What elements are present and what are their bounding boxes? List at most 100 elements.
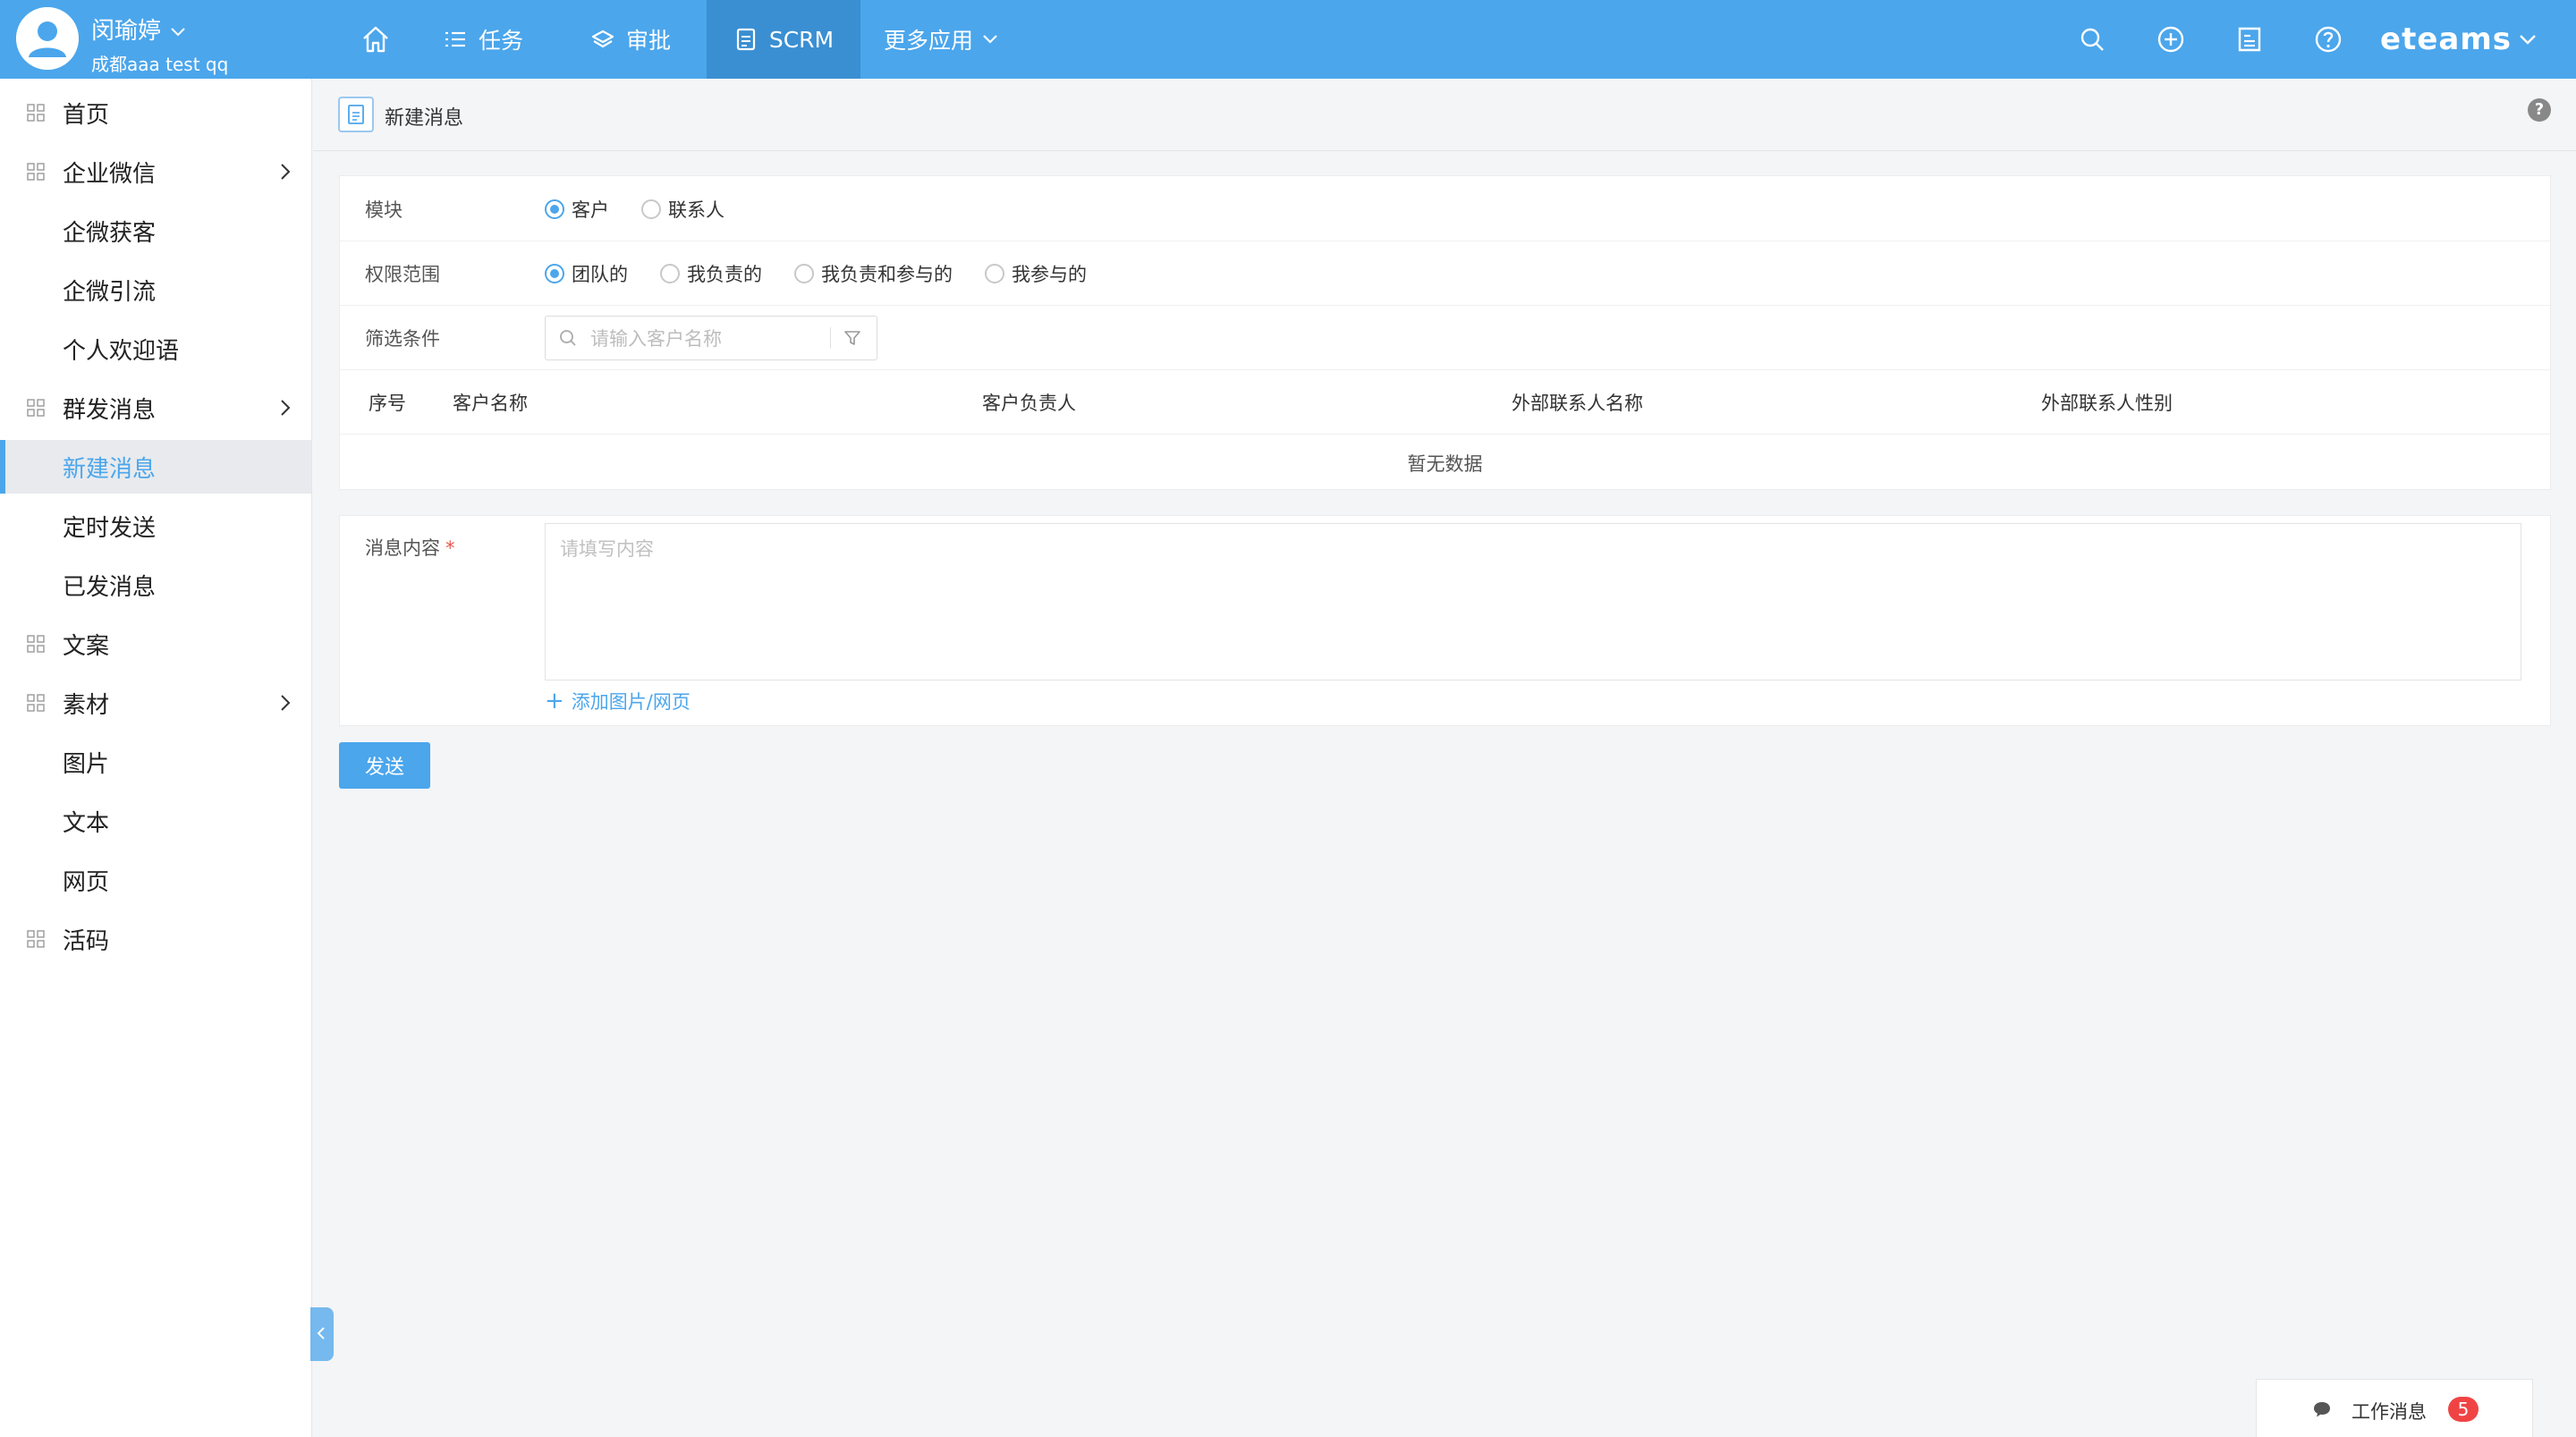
layers-icon bbox=[591, 30, 614, 48]
scope-option-mine-and-participated[interactable]: 我负责和参与的 bbox=[794, 260, 953, 287]
grid-icon bbox=[27, 635, 45, 653]
add-link-label: 添加图片/网页 bbox=[571, 691, 691, 713]
chevron-down-icon bbox=[2520, 35, 2536, 45]
notes-button[interactable] bbox=[2210, 0, 2289, 79]
message-content-textarea[interactable] bbox=[545, 523, 2521, 680]
column-header: 客户名称 bbox=[453, 393, 528, 414]
add-image-webpage-link[interactable]: + 添加图片/网页 bbox=[545, 688, 691, 714]
sidebar-item-label: 企微获客 bbox=[63, 219, 157, 247]
user-name[interactable]: 闵瑜婷 bbox=[91, 13, 186, 46]
module-option-customer[interactable]: 客户 bbox=[545, 196, 609, 223]
sidebar-item[interactable]: 企业微信 bbox=[0, 145, 311, 199]
option-label: 客户 bbox=[572, 199, 609, 221]
list-icon bbox=[445, 31, 465, 47]
option-label: 我负责的 bbox=[687, 264, 762, 285]
sidebar-item[interactable]: 素材 bbox=[0, 676, 311, 730]
filter-label: 筛选条件 bbox=[365, 328, 440, 350]
sidebar-item[interactable]: 已发消息 bbox=[0, 558, 311, 612]
grid-icon bbox=[27, 104, 45, 122]
nav-home[interactable] bbox=[340, 0, 411, 79]
help-button[interactable] bbox=[2289, 0, 2368, 79]
column-header: 序号 bbox=[369, 393, 406, 414]
scope-option-participated[interactable]: 我参与的 bbox=[985, 260, 1087, 287]
nav-scrm[interactable]: SCRM bbox=[707, 0, 860, 79]
sidebar-item-label: 已发消息 bbox=[63, 573, 157, 601]
sidebar-item-label: 新建消息 bbox=[63, 455, 157, 483]
sidebar-item[interactable]: 文案 bbox=[0, 617, 311, 671]
home-icon bbox=[363, 26, 388, 53]
module-radio-group: 客户 联系人 bbox=[545, 196, 757, 223]
sidebar: 首页企业微信企微获客企微引流个人欢迎语群发消息新建消息定时发送已发消息文案素材图… bbox=[0, 79, 312, 1437]
scope-radio-group: 团队的 我负责的 我负责和参与的 我参与的 bbox=[545, 260, 1119, 287]
option-label: 我参与的 bbox=[1012, 264, 1087, 285]
nav-approve[interactable]: 审批 bbox=[555, 0, 707, 79]
scope-row: 权限范围 团队的 我负责的 我负责和参与的 我参与的 bbox=[340, 241, 2550, 306]
sidebar-item-label: 企微引流 bbox=[63, 278, 157, 306]
grid-icon bbox=[27, 694, 45, 712]
radio-unchecked-icon bbox=[641, 199, 661, 219]
chevron-down-icon bbox=[171, 27, 185, 36]
help-icon[interactable]: ? bbox=[2528, 98, 2551, 122]
chevron-right-icon bbox=[281, 400, 291, 416]
search-button[interactable] bbox=[2053, 0, 2131, 79]
sidebar-item[interactable]: 网页 bbox=[0, 853, 311, 907]
notes-icon bbox=[2238, 27, 2261, 52]
sidebar-item[interactable]: 文本 bbox=[0, 794, 311, 848]
search-icon bbox=[560, 330, 576, 346]
radio-checked-icon bbox=[545, 199, 564, 219]
scope-label: 权限范围 bbox=[365, 264, 440, 285]
message-content-label: 消息内容 * bbox=[365, 534, 455, 561]
nav-approve-label: 审批 bbox=[625, 28, 671, 54]
option-label: 我负责和参与的 bbox=[821, 264, 953, 285]
plus-icon: + bbox=[545, 688, 564, 714]
avatar[interactable] bbox=[16, 7, 79, 70]
brand-switcher[interactable]: eteams bbox=[2368, 21, 2576, 57]
create-button[interactable] bbox=[2131, 0, 2210, 79]
sidebar-item-label: 定时发送 bbox=[63, 514, 157, 542]
radio-unchecked-icon bbox=[794, 264, 814, 283]
table-empty-row: 暂无数据 bbox=[340, 434, 2550, 489]
sidebar-item-label: 网页 bbox=[63, 868, 110, 896]
sidebar-item[interactable]: 企微获客 bbox=[0, 204, 311, 258]
sidebar-item-label: 活码 bbox=[63, 927, 110, 955]
sidebar-item[interactable]: 个人欢迎语 bbox=[0, 322, 311, 376]
customer-search-input[interactable] bbox=[589, 324, 825, 354]
sidebar-item-label: 群发消息 bbox=[63, 396, 157, 424]
radio-unchecked-icon bbox=[985, 264, 1004, 283]
filter-icon[interactable] bbox=[843, 328, 862, 348]
scope-option-team[interactable]: 团队的 bbox=[545, 260, 628, 287]
nav-more-apps[interactable]: 更多应用 bbox=[860, 0, 1021, 79]
work-message-panel[interactable]: 工作消息 5 bbox=[2256, 1379, 2533, 1437]
sidebar-item[interactable]: 群发消息 bbox=[0, 381, 311, 435]
sidebar-item[interactable]: 新建消息 bbox=[0, 440, 311, 494]
column-header: 客户负责人 bbox=[982, 393, 1076, 414]
radio-checked-icon bbox=[545, 264, 564, 283]
sidebar-item[interactable]: 企微引流 bbox=[0, 263, 311, 317]
nav-task-label: 任务 bbox=[478, 28, 523, 54]
option-label: 联系人 bbox=[668, 199, 724, 221]
help-icon bbox=[2315, 26, 2342, 53]
sidebar-item[interactable]: 活码 bbox=[0, 912, 311, 966]
sidebar-item[interactable]: 定时发送 bbox=[0, 499, 311, 553]
document-icon bbox=[736, 28, 755, 51]
required-mark: * bbox=[445, 537, 455, 559]
user-name-text: 闵瑜婷 bbox=[91, 18, 162, 45]
sidebar-item[interactable]: 图片 bbox=[0, 735, 311, 789]
message-card: 消息内容* + 添加图片/网页 bbox=[339, 515, 2551, 726]
sidebar-item[interactable]: 首页 bbox=[0, 86, 311, 139]
send-button[interactable]: 发送 bbox=[339, 742, 430, 789]
sidebar-item-label: 文案 bbox=[63, 632, 110, 660]
work-message-label: 工作消息 bbox=[2351, 1401, 2427, 1423]
column-header: 外部联系人名称 bbox=[1512, 393, 1643, 414]
chevron-left-icon bbox=[317, 1326, 326, 1340]
chat-bubble-icon bbox=[2314, 1402, 2330, 1417]
scope-option-mine[interactable]: 我负责的 bbox=[660, 260, 762, 287]
sidebar-item-label: 首页 bbox=[63, 101, 110, 129]
sidebar-collapse-toggle[interactable] bbox=[310, 1307, 334, 1361]
module-option-contact[interactable]: 联系人 bbox=[641, 196, 724, 223]
module-row: 模块 客户 联系人 bbox=[340, 176, 2550, 241]
nav-task[interactable]: 任务 bbox=[411, 0, 555, 79]
sidebar-item-label: 图片 bbox=[63, 750, 110, 778]
chevron-right-icon bbox=[281, 695, 291, 711]
chevron-right-icon bbox=[281, 164, 291, 180]
